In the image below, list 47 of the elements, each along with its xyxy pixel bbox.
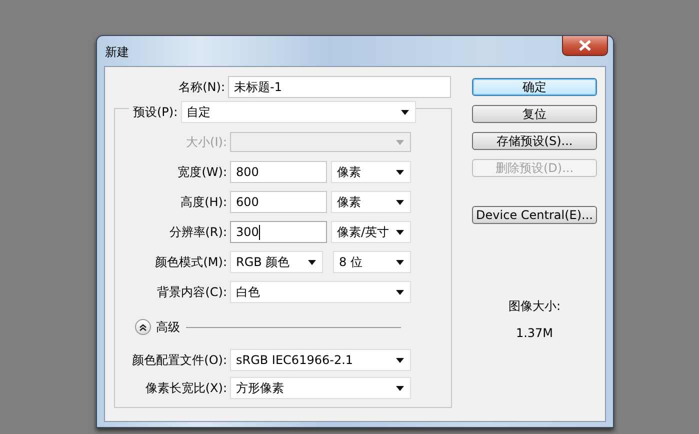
dialog-button[interactable]: Device Central(E)... xyxy=(472,206,597,224)
close-button[interactable] xyxy=(562,36,608,56)
dropdown-arrow-icon xyxy=(396,230,404,234)
field-label: 背景内容(C): xyxy=(156,284,228,300)
dialog-button[interactable]: 复位 xyxy=(472,105,597,123)
field-label: 像素长宽比(X): xyxy=(144,380,228,396)
dropdown[interactable]: 方形像素 xyxy=(230,377,411,399)
dropdown-arrow-icon xyxy=(396,170,404,174)
dropdown-arrow-icon xyxy=(396,358,404,362)
dropdown[interactable]: 像素 xyxy=(331,161,411,183)
text-cursor xyxy=(258,224,260,240)
field-label: 名称(N): xyxy=(178,78,226,96)
field-label: 高度(H): xyxy=(180,194,228,210)
field-label: 颜色配置文件(O): xyxy=(131,352,228,368)
dropdown[interactable]: sRGB IEC61966-2.1 xyxy=(230,349,411,371)
dropdown[interactable]: 像素/英寸 xyxy=(331,221,411,243)
image-size-value: 1.37M xyxy=(514,326,554,340)
field-label: 预设(P): xyxy=(129,104,181,120)
field-label: 颜色模式(M): xyxy=(154,254,228,270)
dropdown-arrow-icon xyxy=(308,260,316,264)
section-label: 高级 xyxy=(156,318,180,336)
field-label: 大小(I): xyxy=(185,134,228,150)
collapse-button[interactable] xyxy=(135,319,151,335)
dropdown[interactable]: 8 位 xyxy=(333,251,411,273)
dialog-button[interactable]: 确定 xyxy=(472,78,597,96)
image-size-label: 图像大小: xyxy=(507,298,562,315)
dropdown[interactable]: RGB 颜色 xyxy=(230,251,323,273)
dropdown[interactable]: 像素 xyxy=(331,191,411,213)
input-field[interactable]: 300 xyxy=(230,221,327,243)
dropdown-arrow-icon xyxy=(396,260,404,264)
window-title: 新建 xyxy=(105,44,129,61)
field-label: 分辨率(R): xyxy=(168,224,228,240)
dropdown[interactable]: 白色 xyxy=(230,281,411,303)
dropdown-arrow-icon xyxy=(400,110,409,114)
input-field[interactable]: 800 xyxy=(230,161,327,183)
input-field[interactable]: 600 xyxy=(230,191,327,213)
dropdown-arrow-icon xyxy=(396,200,404,204)
field-label: 宽度(W): xyxy=(176,164,228,180)
dropdown-arrow-icon xyxy=(396,386,404,390)
chevron-up-icon xyxy=(139,324,147,330)
dropdown[interactable]: 自定 xyxy=(180,101,416,123)
dialog-button[interactable]: 存储预设(S)... xyxy=(472,132,597,150)
input-field[interactable]: 未标题-1 xyxy=(228,76,451,98)
dialog-button: 删除预设(D)... xyxy=(472,159,597,177)
close-icon xyxy=(578,40,592,51)
dropdown-arrow-icon xyxy=(396,290,404,294)
dropdown-arrow-icon xyxy=(396,140,404,144)
